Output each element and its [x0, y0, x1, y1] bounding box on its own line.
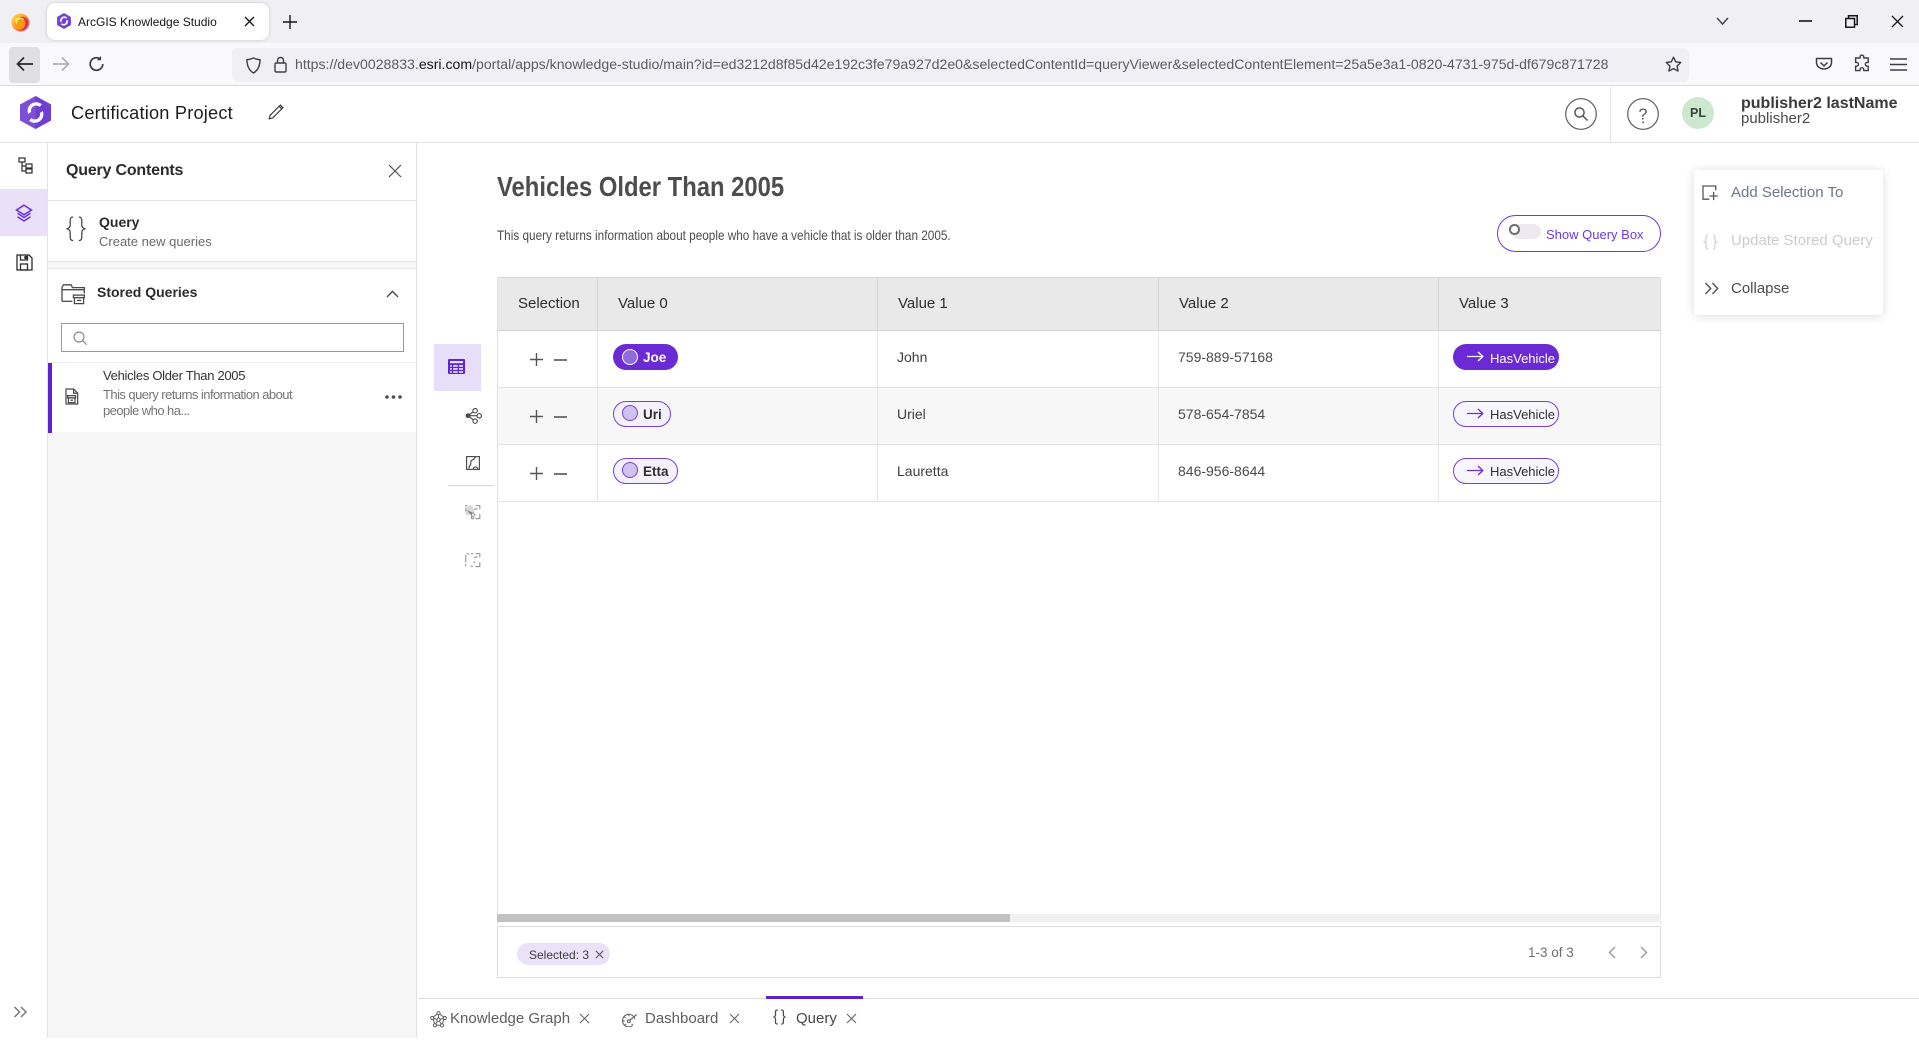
svg-text:?: ? [1639, 107, 1648, 124]
